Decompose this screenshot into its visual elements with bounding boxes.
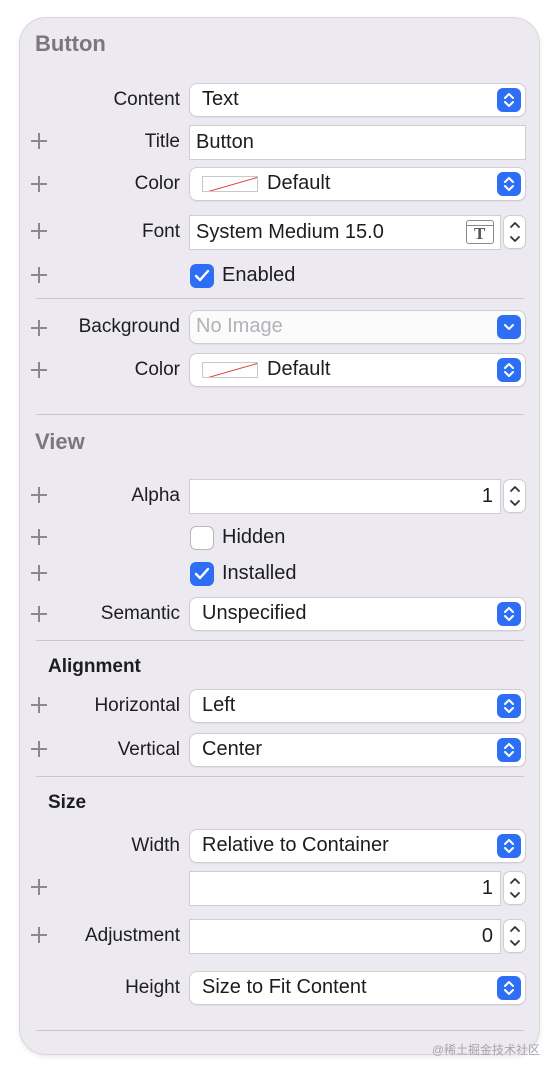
plus-icon[interactable] <box>31 320 47 336</box>
adjustment-field[interactable]: 0 <box>190 920 500 953</box>
enabled-checkbox[interactable] <box>190 264 214 288</box>
chevron-updown-icon <box>497 172 521 196</box>
button-section-title: Button <box>35 31 106 56</box>
color-label: Color <box>134 173 180 194</box>
chevron-updown-icon <box>497 88 521 112</box>
font-value: System Medium 15.0 <box>196 221 384 243</box>
color-value: Default <box>267 172 331 194</box>
enabled-label: Enabled <box>222 264 296 286</box>
plus-icon[interactable] <box>31 927 47 943</box>
plus-icon[interactable] <box>31 176 47 192</box>
chevron-updown-icon <box>497 834 521 858</box>
hidden-label: Hidden <box>222 526 286 548</box>
adjustment-stepper[interactable] <box>504 920 525 952</box>
chevron-updown-icon <box>497 358 521 382</box>
divider <box>36 298 524 299</box>
title-value: Button <box>196 131 254 153</box>
view-section-title: View <box>35 429 85 454</box>
plus-icon[interactable] <box>31 362 47 378</box>
semantic-popup[interactable]: Unspecified <box>190 598 525 630</box>
width-multiplier-value: 1 <box>481 877 493 899</box>
font-picker-icon[interactable]: T <box>466 220 494 244</box>
bg-color-popup[interactable]: Default <box>190 354 525 386</box>
chevron-updown-icon <box>497 738 521 762</box>
alignment-title: Alignment <box>48 656 141 677</box>
chevron-updown-icon <box>497 976 521 1000</box>
bg-color-label: Color <box>134 359 180 380</box>
chevron-updown-icon <box>497 602 521 626</box>
alpha-field[interactable]: 1 <box>190 480 500 513</box>
divider <box>36 414 524 415</box>
plus-icon[interactable] <box>31 133 47 149</box>
adjustment-value: 0 <box>481 925 493 947</box>
background-popup[interactable]: No Image <box>190 311 525 343</box>
bg-color-value: Default <box>267 358 331 380</box>
horizontal-value: Left <box>202 694 236 716</box>
height-value: Size to Fit Content <box>202 976 367 998</box>
adjustment-label: Adjustment <box>84 925 180 946</box>
font-label: Font <box>141 221 180 242</box>
hidden-checkbox[interactable] <box>190 526 214 550</box>
alpha-stepper[interactable] <box>504 480 525 512</box>
plus-icon[interactable] <box>31 565 47 581</box>
background-label: Background <box>78 316 180 337</box>
title-field[interactable]: Button <box>190 126 525 159</box>
width-multiplier-field[interactable]: 1 <box>190 872 500 905</box>
color-popup[interactable]: Default <box>190 168 525 200</box>
width-popup[interactable]: Relative to Container <box>190 830 525 862</box>
horizontal-label: Horizontal <box>94 695 180 716</box>
horizontal-popup[interactable]: Left <box>190 690 525 722</box>
plus-icon[interactable] <box>31 267 47 283</box>
default-color-swatch-icon <box>202 362 258 378</box>
width-label: Width <box>131 835 180 856</box>
watermark: @稀土掘金技术社区 <box>431 1043 540 1057</box>
plus-icon[interactable] <box>31 606 47 622</box>
divider <box>36 1030 524 1031</box>
content-label: Content <box>113 89 180 110</box>
plus-icon[interactable] <box>31 223 47 239</box>
installed-label: Installed <box>222 562 297 584</box>
font-size-stepper[interactable] <box>504 216 525 248</box>
vertical-popup[interactable]: Center <box>190 734 525 766</box>
plus-icon[interactable] <box>31 697 47 713</box>
installed-checkbox[interactable] <box>190 562 214 586</box>
content-popup[interactable]: Text <box>190 84 525 116</box>
font-field[interactable]: System Medium 15.0 T <box>190 216 500 249</box>
semantic-value: Unspecified <box>202 602 307 624</box>
alpha-label: Alpha <box>131 485 180 506</box>
semantic-label: Semantic <box>100 603 180 624</box>
plus-icon[interactable] <box>31 487 47 503</box>
default-color-swatch-icon <box>202 176 258 192</box>
size-title: Size <box>48 792 87 813</box>
content-value: Text <box>202 88 239 110</box>
plus-icon[interactable] <box>31 529 47 545</box>
vertical-label: Vertical <box>117 739 180 760</box>
title-label: Title <box>144 131 180 152</box>
chevron-down-icon <box>497 315 521 339</box>
plus-icon[interactable] <box>31 879 47 895</box>
plus-icon[interactable] <box>31 741 47 757</box>
alpha-value: 1 <box>481 485 493 507</box>
divider <box>36 640 524 641</box>
width-value: Relative to Container <box>202 834 389 856</box>
height-popup[interactable]: Size to Fit Content <box>190 972 525 1004</box>
chevron-updown-icon <box>497 694 521 718</box>
divider <box>36 776 524 777</box>
width-multiplier-stepper[interactable] <box>504 872 525 904</box>
background-placeholder: No Image <box>196 315 283 337</box>
height-label: Height <box>125 977 180 998</box>
vertical-value: Center <box>202 738 263 760</box>
